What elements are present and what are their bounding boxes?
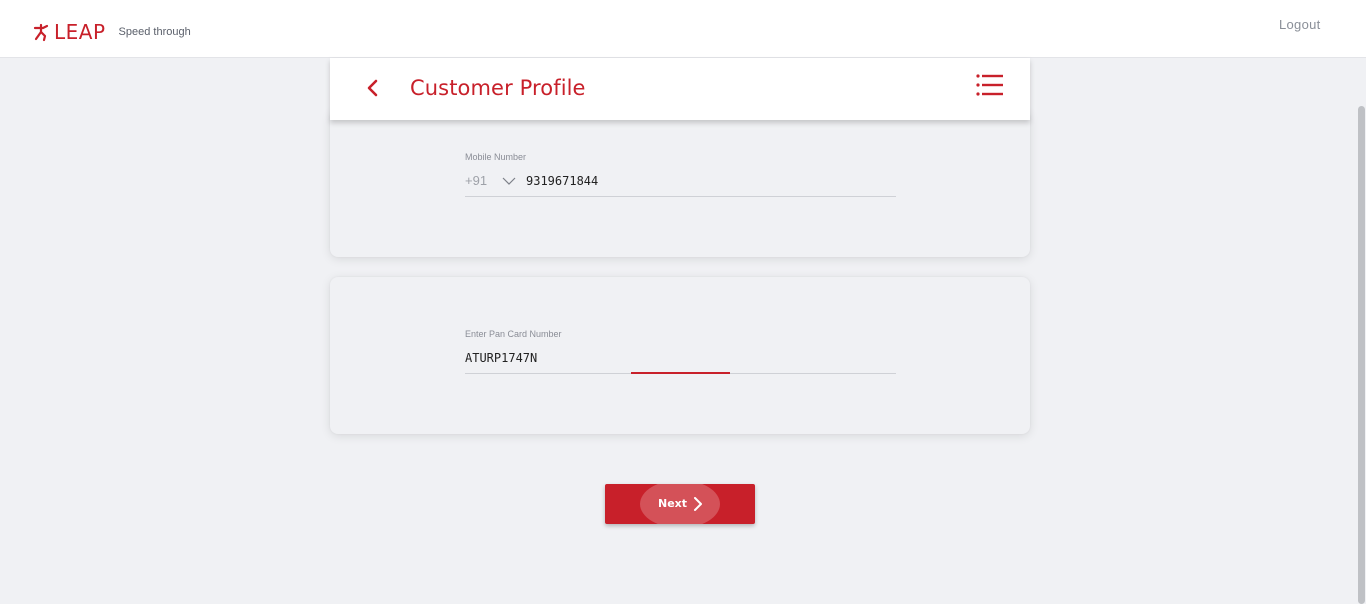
- chevron-right-icon: [694, 497, 702, 511]
- next-button[interactable]: Next: [605, 484, 755, 524]
- brand-name: LEAP: [54, 20, 106, 44]
- pan-number-input[interactable]: [465, 347, 896, 369]
- list-menu-icon[interactable]: [976, 74, 1004, 96]
- mobile-number-input[interactable]: [526, 170, 896, 192]
- top-header: LEAP Speed through Logout: [0, 0, 1366, 58]
- pan-number-label: Enter Pan Card Number: [465, 329, 562, 339]
- scrollbar-thumb[interactable]: [1358, 106, 1365, 604]
- pan-focus-indicator: [631, 372, 730, 374]
- brand-logo[interactable]: LEAP Speed through: [32, 20, 191, 44]
- logout-link[interactable]: Logout: [1279, 17, 1321, 32]
- country-code-select[interactable]: +91: [465, 173, 487, 188]
- page: LEAP Speed through Logout Customer Profi…: [0, 0, 1366, 604]
- page-scrollbar[interactable]: [1357, 58, 1366, 604]
- next-button-label: Next: [658, 497, 688, 510]
- mobile-number-underline: [465, 196, 896, 197]
- brand-tagline: Speed through: [118, 26, 191, 38]
- page-title: Customer Profile: [410, 76, 586, 100]
- chevron-down-icon[interactable]: [502, 176, 516, 186]
- mobile-number-label: Mobile Number: [465, 152, 527, 162]
- chevron-left-icon[interactable]: [363, 78, 383, 98]
- runner-icon: [33, 23, 49, 42]
